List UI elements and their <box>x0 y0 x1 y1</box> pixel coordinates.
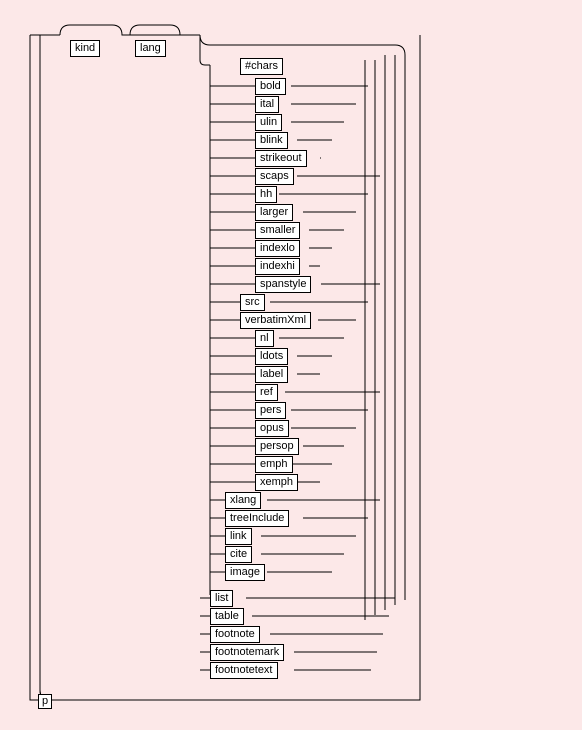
attr-kind[interactable]: kind <box>70 40 100 57</box>
node-nl[interactable]: nl <box>255 330 274 347</box>
node-opus[interactable]: opus <box>255 420 289 437</box>
node-strikeout[interactable]: strikeout <box>255 150 307 167</box>
node-indexhi[interactable]: indexhi <box>255 258 300 275</box>
node-hh[interactable]: hh <box>255 186 277 203</box>
node-image[interactable]: image <box>225 564 265 581</box>
node-footnotetext[interactable]: footnotetext <box>210 662 278 679</box>
node-ldots[interactable]: ldots <box>255 348 288 365</box>
node-emph[interactable]: emph <box>255 456 293 473</box>
node-footnote[interactable]: footnote <box>210 626 260 643</box>
diagram-canvas: kind lang #chars bolditalulinblinkstrike… <box>0 0 582 730</box>
node-p-root[interactable]: p <box>38 694 52 709</box>
node-persop[interactable]: persop <box>255 438 299 455</box>
node-footnotemark[interactable]: footnotemark <box>210 644 284 661</box>
node-blink[interactable]: blink <box>255 132 288 149</box>
node-label[interactable]: label <box>255 366 288 383</box>
node-indexlo[interactable]: indexlo <box>255 240 300 257</box>
node-smaller[interactable]: smaller <box>255 222 300 239</box>
node-treeInclude[interactable]: treeInclude <box>225 510 289 527</box>
node-pers[interactable]: pers <box>255 402 286 419</box>
node-chars[interactable]: #chars <box>240 58 283 75</box>
node-xlang[interactable]: xlang <box>225 492 261 509</box>
node-verbatimXml[interactable]: verbatimXml <box>240 312 311 329</box>
node-table[interactable]: table <box>210 608 244 625</box>
node-larger[interactable]: larger <box>255 204 293 221</box>
node-ulin[interactable]: ulin <box>255 114 282 131</box>
node-xemph[interactable]: xemph <box>255 474 298 491</box>
attr-lang[interactable]: lang <box>135 40 166 57</box>
connector-lines <box>0 0 582 730</box>
node-bold[interactable]: bold <box>255 78 286 95</box>
node-ital[interactable]: ital <box>255 96 279 113</box>
node-spanstyle[interactable]: spanstyle <box>255 276 311 293</box>
node-cite[interactable]: cite <box>225 546 252 563</box>
node-ref[interactable]: ref <box>255 384 278 401</box>
node-link[interactable]: link <box>225 528 252 545</box>
node-scaps[interactable]: scaps <box>255 168 294 185</box>
node-list[interactable]: list <box>210 590 233 607</box>
node-src[interactable]: src <box>240 294 265 311</box>
